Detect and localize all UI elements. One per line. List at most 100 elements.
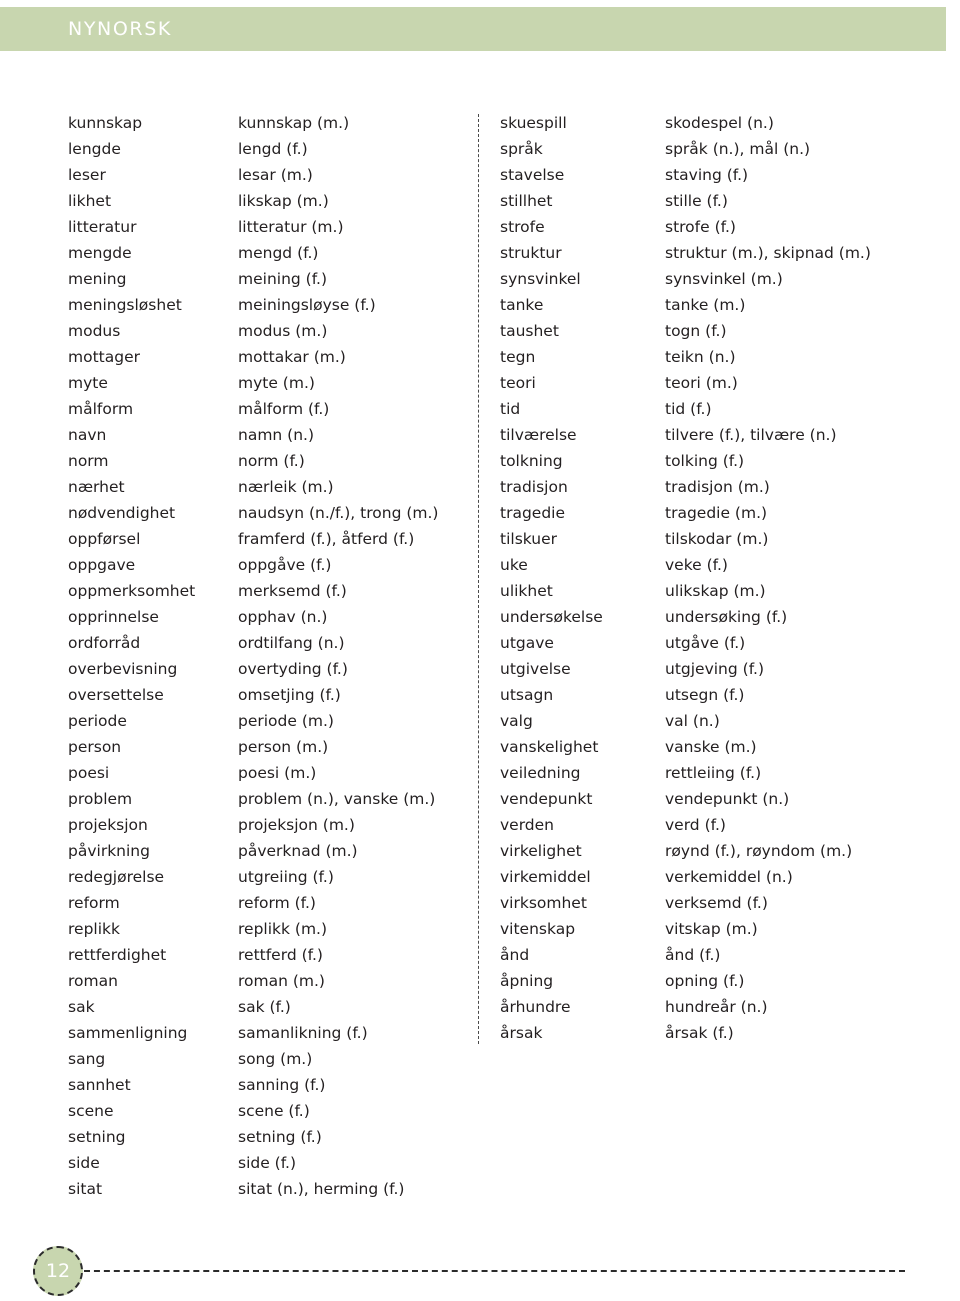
nynorsk-gloss: strofe (f.)	[665, 218, 736, 236]
glossary-entry: skuespill skodespel (n.)	[500, 110, 910, 136]
bokmal-term: tilskuer	[500, 530, 557, 548]
nynorsk-gloss: tradisjon (m.)	[665, 478, 770, 496]
nynorsk-gloss: rettleiing (f.)	[665, 764, 762, 782]
nynorsk-gloss: hundreår (n.)	[665, 998, 768, 1016]
nynorsk-gloss: verkemiddel (n.)	[665, 868, 793, 886]
glossary-entry: oppførsel framferd (f.), åtferd (f.)	[68, 526, 468, 552]
nynorsk-gloss: scene (f.)	[238, 1102, 310, 1120]
glossary-entry: virksomhet verksemd (f.)	[500, 890, 910, 916]
glossary-entry: vanskelighet vanske (m.)	[500, 734, 910, 760]
nynorsk-gloss: målform (f.)	[238, 400, 330, 418]
bokmal-term: vendepunkt	[500, 790, 593, 808]
glossary-entry: kunnskap kunnskap (m.)	[68, 110, 468, 136]
bokmal-term: verden	[500, 816, 555, 834]
bokmal-term: oppgave	[68, 556, 136, 574]
glossary-entry: oversettelse omsetjing (f.)	[68, 682, 468, 708]
nynorsk-gloss: val (n.)	[665, 712, 720, 730]
glossary-entry: sang song (m.)	[68, 1046, 468, 1072]
nynorsk-gloss: tid (f.)	[665, 400, 712, 418]
glossary-entry: ordforråd ordtilfang (n.)	[68, 630, 468, 656]
bokmal-term: sak	[68, 998, 95, 1016]
glossary-entry: tilskuer tilskodar (m.)	[500, 526, 910, 552]
bokmal-term: virksomhet	[500, 894, 587, 912]
bokmal-term: setning	[68, 1128, 126, 1146]
glossary-entry: utsagn utsegn (f.)	[500, 682, 910, 708]
glossary-entry: periode periode (m.)	[68, 708, 468, 734]
glossary-entry: taushet togn (f.)	[500, 318, 910, 344]
nynorsk-gloss: lengd (f.)	[238, 140, 308, 158]
nynorsk-gloss: omsetjing (f.)	[238, 686, 341, 704]
glossary-entry: ulikhet ulikskap (m.)	[500, 578, 910, 604]
glossary-entry: vendepunkt vendepunkt (n.)	[500, 786, 910, 812]
glossary-entry: tanke tanke (m.)	[500, 292, 910, 318]
nynorsk-gloss: utgåve (f.)	[665, 634, 746, 652]
glossary-entry: mengde mengd (f.)	[68, 240, 468, 266]
bokmal-term: virkemiddel	[500, 868, 591, 886]
glossary-entry: meningsløshet meiningsløyse (f.)	[68, 292, 468, 318]
glossary-entry: språk språk (n.), mål (n.)	[500, 136, 910, 162]
glossary-entry: problem problem (n.), vanske (m.)	[68, 786, 468, 812]
glossary-entry: årsak årsak (f.)	[500, 1020, 910, 1046]
bokmal-term: person	[68, 738, 122, 756]
nynorsk-gloss: rettferd (f.)	[238, 946, 323, 964]
bokmal-term: modus	[68, 322, 121, 340]
nynorsk-gloss: stille (f.)	[665, 192, 728, 210]
glossary-entry: valg val (n.)	[500, 708, 910, 734]
glossary-entry: replikk replikk (m.)	[68, 916, 468, 942]
glossary-entry: sitat sitat (n.), herming (f.)	[68, 1176, 468, 1202]
nynorsk-gloss: oppgåve (f.)	[238, 556, 332, 574]
nynorsk-gloss: roman (m.)	[238, 972, 325, 990]
glossary-entry: projeksjon projeksjon (m.)	[68, 812, 468, 838]
nynorsk-gloss: myte (m.)	[238, 374, 315, 392]
glossary-entry: modus modus (m.)	[68, 318, 468, 344]
nynorsk-gloss: sitat (n.), herming (f.)	[238, 1180, 405, 1198]
bokmal-term: likhet	[68, 192, 112, 210]
nynorsk-gloss: naudsyn (n./f.), trong (m.)	[238, 504, 439, 522]
glossary-entry: leser lesar (m.)	[68, 162, 468, 188]
nynorsk-gloss: togn (f.)	[665, 322, 727, 340]
document-page: NYNORSK kunnskap kunnskap (m.) lengde lengd…	[0, 0, 960, 1301]
bokmal-term: ulikhet	[500, 582, 553, 600]
nynorsk-gloss: kunnskap (m.)	[238, 114, 350, 132]
nynorsk-gloss: meiningsløyse (f.)	[238, 296, 376, 314]
nynorsk-gloss: veke (f.)	[665, 556, 728, 574]
bokmal-term: myte	[68, 374, 108, 392]
nynorsk-gloss: utgreiing (f.)	[238, 868, 334, 886]
nynorsk-gloss: merksemd (f.)	[238, 582, 347, 600]
bokmal-term: sitat	[68, 1180, 103, 1198]
nynorsk-gloss: periode (m.)	[238, 712, 334, 730]
bokmal-term: oppmerksomhet	[68, 582, 196, 600]
nynorsk-gloss: utgjeving (f.)	[665, 660, 765, 678]
glossary-entry: myte myte (m.)	[68, 370, 468, 396]
page-title: NYNORSK	[68, 18, 172, 40]
bokmal-term: struktur	[500, 244, 562, 262]
bokmal-term: overbevisning	[68, 660, 178, 678]
glossary-entry: person person (m.)	[68, 734, 468, 760]
nynorsk-gloss: teori (m.)	[665, 374, 738, 392]
nynorsk-gloss: vitskap (m.)	[665, 920, 758, 938]
glossary-entry: verden verd (f.)	[500, 812, 910, 838]
nynorsk-gloss: ånd (f.)	[665, 946, 721, 964]
nynorsk-gloss: verd (f.)	[665, 816, 726, 834]
bokmal-term: målform	[68, 400, 134, 418]
bokmal-term: valg	[500, 712, 533, 730]
bokmal-term: skuespill	[500, 114, 567, 132]
nynorsk-gloss: tilskodar (m.)	[665, 530, 769, 548]
glossary-entry: oppmerksomhet merksemd (f.)	[68, 578, 468, 604]
bokmal-term: lengde	[68, 140, 121, 158]
glossary-entry: oppgave oppgåve (f.)	[68, 552, 468, 578]
nynorsk-gloss: poesi (m.)	[238, 764, 317, 782]
bokmal-term: teori	[500, 374, 536, 392]
glossary-entry: lengde lengd (f.)	[68, 136, 468, 162]
glossary-entry: århundre hundreår (n.)	[500, 994, 910, 1020]
glossary-entry: sammenligning samanlikning (f.)	[68, 1020, 468, 1046]
glossary-entry: roman roman (m.)	[68, 968, 468, 994]
bokmal-term: oversettelse	[68, 686, 164, 704]
glossary-entry: tragedie tragedie (m.)	[500, 500, 910, 526]
bokmal-term: utgave	[500, 634, 554, 652]
glossary-entry: redegjørelse utgreiing (f.)	[68, 864, 468, 890]
glossary-entry: likhet likskap (m.)	[68, 188, 468, 214]
column-divider	[478, 114, 479, 1044]
glossary-entry: målform målform (f.)	[68, 396, 468, 422]
bokmal-term: sannhet	[68, 1076, 131, 1094]
